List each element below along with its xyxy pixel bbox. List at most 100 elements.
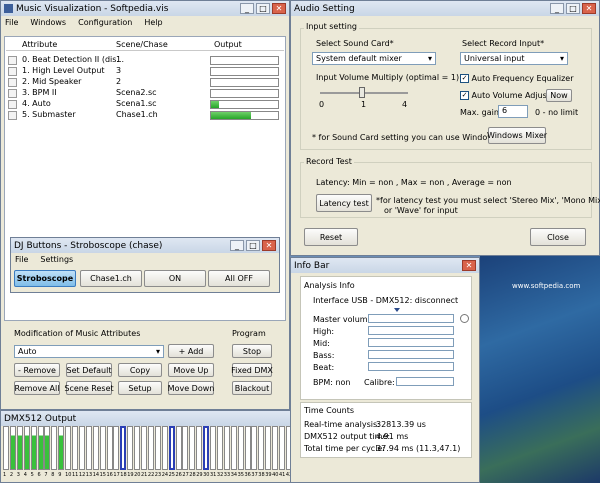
row-attribute[interactable]: 0. Beat Detection II (dis...: [22, 55, 124, 64]
now-button[interactable]: Now: [546, 89, 572, 102]
dmx-channel[interactable]: [141, 426, 147, 470]
dj-menu-file[interactable]: File: [15, 255, 28, 264]
row-attribute[interactable]: 5. Submaster: [22, 110, 76, 119]
dj-titlebar[interactable]: DJ Buttons - Stroboscope (chase) _ □ ✕: [11, 238, 279, 253]
dmx-channel[interactable]: [168, 426, 175, 470]
row-checkbox[interactable]: [8, 111, 17, 120]
dmx-channel[interactable]: [44, 426, 51, 470]
dmx-channel[interactable]: [182, 426, 189, 470]
dmx-channel[interactable]: [216, 426, 223, 470]
dmx-channel[interactable]: [272, 426, 279, 470]
row-checkbox[interactable]: [8, 100, 17, 109]
dmx-channel[interactable]: [127, 426, 134, 470]
dmx-channel[interactable]: [230, 426, 237, 470]
record-input-select[interactable]: Universal input ▾: [460, 52, 568, 65]
remove-button[interactable]: - Remove: [14, 363, 60, 377]
windows-mixer-button[interactable]: Windows Mixer: [487, 127, 547, 144]
audio-titlebar[interactable]: Audio Setting _ □ ✕: [291, 1, 599, 16]
dmx-channel[interactable]: [78, 426, 85, 470]
dj-all-off-button[interactable]: All OFF: [208, 270, 270, 287]
dmx-channel[interactable]: [279, 426, 285, 470]
dmx-channel[interactable]: [161, 426, 168, 470]
row-checkbox[interactable]: [8, 78, 17, 87]
dmx-channel[interactable]: [65, 426, 72, 470]
dmx-channel[interactable]: [85, 426, 92, 470]
dmx-channel[interactable]: [251, 426, 258, 470]
copy-button[interactable]: Copy: [118, 363, 162, 377]
dmx-channel[interactable]: [134, 426, 141, 470]
dmx-channel[interactable]: [51, 426, 58, 470]
maximize-button[interactable]: □: [246, 240, 260, 251]
dmx-channel[interactable]: [175, 426, 182, 470]
dmx-channel[interactable]: [37, 426, 44, 470]
info-titlebar[interactable]: Info Bar ✕: [291, 258, 479, 273]
volume-slider-thumb[interactable]: [359, 87, 365, 98]
maximize-button[interactable]: □: [256, 3, 270, 14]
close-button[interactable]: ✕: [262, 240, 276, 251]
menu-help[interactable]: Help: [144, 18, 162, 27]
dmx-channel[interactable]: [99, 426, 106, 470]
close-button[interactable]: ✕: [582, 3, 596, 14]
dmx-channel[interactable]: [120, 426, 127, 470]
dj-on-button[interactable]: ON: [144, 270, 206, 287]
dmx-channel[interactable]: [113, 426, 120, 470]
auto-freq-checkbox[interactable]: ✓ Auto Frequency Equalizer: [460, 74, 574, 83]
close-button[interactable]: ✕: [462, 260, 476, 271]
main-titlebar[interactable]: Music Visualization - Softpedia.vis _ □ ✕: [1, 1, 289, 16]
minimize-button[interactable]: _: [550, 3, 564, 14]
max-gain-field[interactable]: 6: [498, 105, 528, 118]
dj-menu-settings[interactable]: Settings: [40, 255, 73, 264]
row-attribute[interactable]: 3. BPM II: [22, 88, 57, 97]
dmx-channel[interactable]: [189, 426, 196, 470]
col-scene[interactable]: Scene/Chase: [116, 40, 168, 49]
reset-button[interactable]: Reset: [304, 228, 358, 246]
dmx-channel[interactable]: [265, 426, 272, 470]
dmx-channel[interactable]: [3, 426, 9, 470]
blackout-button[interactable]: Blackout: [232, 381, 272, 395]
dj-chase-button[interactable]: Chase1.ch: [80, 270, 142, 287]
row-attribute[interactable]: 2. Mid Speaker: [22, 77, 81, 86]
col-output[interactable]: Output: [214, 40, 242, 49]
add-button[interactable]: + Add: [168, 344, 214, 358]
dmx-channel[interactable]: [203, 426, 210, 470]
row-checkbox[interactable]: [8, 89, 17, 98]
dmx-channel[interactable]: [210, 426, 216, 470]
close-button[interactable]: Close: [530, 228, 586, 246]
row-checkbox[interactable]: [8, 67, 17, 76]
menu-configuration[interactable]: Configuration: [78, 18, 132, 27]
remove-all-button[interactable]: Remove All: [14, 381, 60, 395]
dmx-channel[interactable]: [9, 426, 16, 470]
dmx-channel[interactable]: [223, 426, 230, 470]
dmx-channel[interactable]: [147, 426, 154, 470]
dmx-channel[interactable]: [92, 426, 99, 470]
dmx-channel[interactable]: [154, 426, 161, 470]
maximize-button[interactable]: □: [566, 3, 580, 14]
row-attribute[interactable]: 4. Auto: [22, 99, 51, 108]
dmx-channel[interactable]: [196, 426, 203, 470]
sound-card-select[interactable]: System default mixer ▾: [312, 52, 436, 65]
latency-test-button[interactable]: Latency test: [316, 194, 372, 212]
fixed-dmx-button[interactable]: Fixed DMX: [231, 363, 273, 377]
move-up-button[interactable]: Move Up: [168, 363, 214, 377]
dmx-channel[interactable]: [16, 426, 23, 470]
dmx-channel[interactable]: [30, 426, 37, 470]
setup-button[interactable]: Setup: [118, 381, 162, 395]
minimize-button[interactable]: _: [230, 240, 244, 251]
minimize-button[interactable]: _: [240, 3, 254, 14]
set-default-button[interactable]: Set Default: [66, 363, 112, 377]
close-button[interactable]: ✕: [272, 3, 286, 14]
dmx-channel[interactable]: [244, 426, 251, 470]
menu-windows[interactable]: Windows: [30, 18, 66, 27]
radio-icon[interactable]: [460, 314, 469, 323]
col-attribute[interactable]: Attribute: [22, 40, 57, 49]
dmx-channel[interactable]: [58, 426, 65, 470]
dmx-channel[interactable]: [237, 426, 244, 470]
dj-stroboscope-button[interactable]: Stroboscope: [14, 270, 76, 287]
row-checkbox[interactable]: [8, 56, 17, 65]
dmx-channel[interactable]: [258, 426, 265, 470]
dmx-channel[interactable]: [23, 426, 30, 470]
move-down-button[interactable]: Move Down: [168, 381, 214, 395]
stop-button[interactable]: Stop: [232, 344, 272, 358]
dmx-channel[interactable]: [72, 426, 78, 470]
dmx-channel[interactable]: [106, 426, 113, 470]
